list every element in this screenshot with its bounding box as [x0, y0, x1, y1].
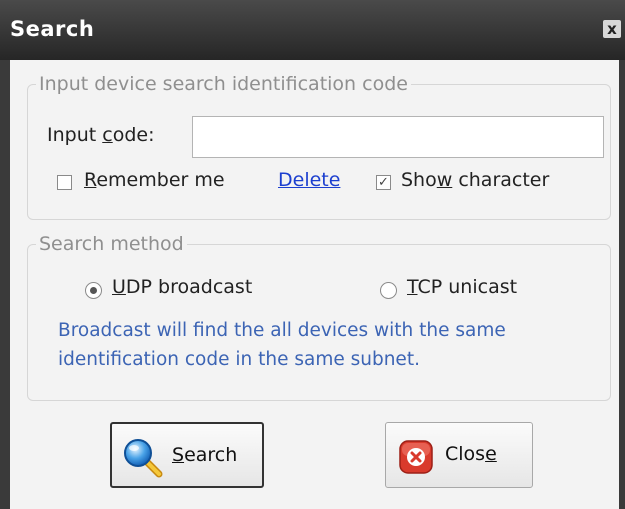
radio-selected-dot — [90, 287, 97, 294]
code-group-legend: Input device search identification code — [39, 73, 408, 95]
info-text-line-2: identification code in the same subnet. — [58, 349, 420, 370]
close-button-label: Close — [445, 443, 497, 465]
code-input[interactable] — [192, 116, 604, 158]
info-text-line-1: Broadcast will find the all devices with… — [58, 320, 506, 341]
close-button[interactable]: Close — [385, 422, 533, 488]
show-character-checkbox[interactable]: ✓ — [376, 175, 391, 190]
input-code-label: Input code: — [47, 124, 155, 146]
search-button[interactable]: Search — [110, 422, 264, 488]
show-character-label[interactable]: Show character — [401, 169, 549, 191]
dialog-title: Search — [10, 17, 95, 41]
dialog-content: Input device search identification code … — [10, 60, 619, 509]
title-close-icon[interactable]: x — [603, 20, 621, 38]
close-x-icon — [399, 440, 433, 474]
remember-me-label[interactable]: Remember me — [84, 169, 225, 191]
magnifier-icon — [124, 439, 163, 478]
search-dialog: Search x Input device search identificat… — [0, 0, 625, 509]
tcp-unicast-radio[interactable] — [380, 282, 397, 299]
udp-broadcast-radio[interactable] — [85, 282, 102, 299]
delete-link[interactable]: Delete — [278, 169, 340, 191]
remember-me-checkbox[interactable] — [57, 175, 72, 190]
search-button-label: Search — [172, 444, 238, 466]
tcp-unicast-label[interactable]: TCP unicast — [407, 276, 517, 298]
udp-broadcast-label[interactable]: UDP broadcast — [112, 276, 252, 298]
method-group-legend: Search method — [39, 233, 184, 255]
title-bar: Search x — [0, 0, 625, 60]
